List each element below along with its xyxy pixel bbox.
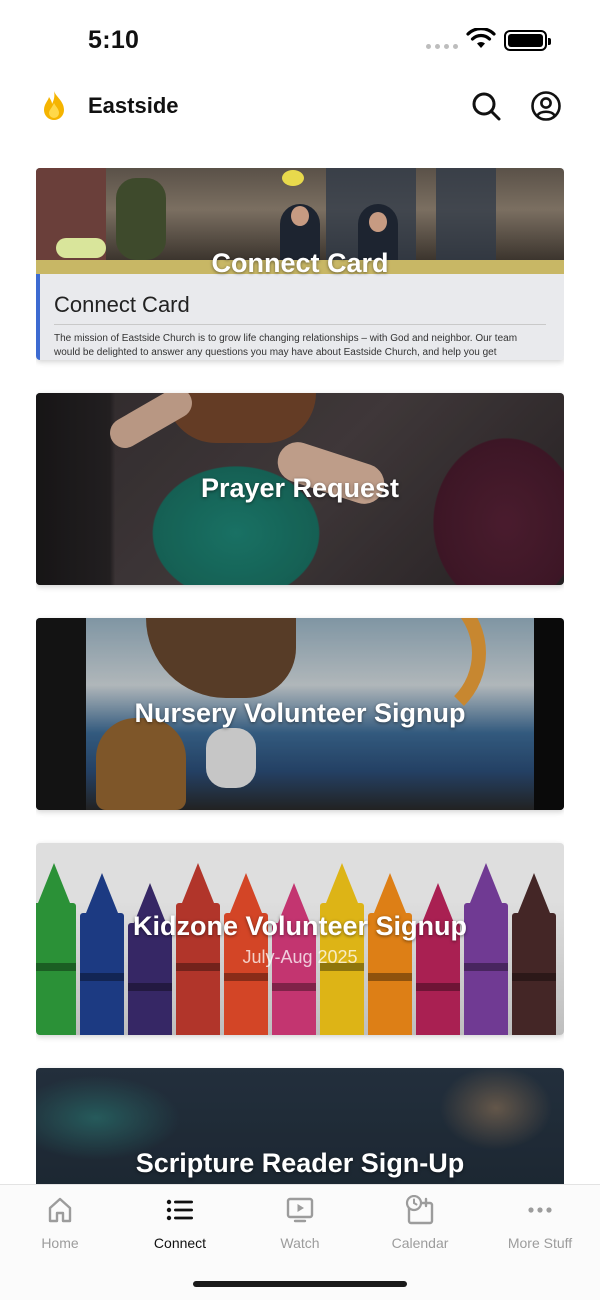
tab-watch[interactable]: Watch: [240, 1195, 360, 1251]
tab-connect[interactable]: Connect: [120, 1195, 240, 1251]
tab-calendar[interactable]: Calendar: [360, 1195, 480, 1251]
status-bar: 5:10: [0, 0, 600, 80]
more-dots-icon: [528, 1207, 552, 1213]
connect-card-list: Connect Card The mission of Eastside Chu…: [36, 168, 564, 1184]
app-header: Eastside: [0, 80, 600, 132]
form-title: Connect Card: [54, 292, 190, 317]
list-icon: [166, 1199, 193, 1221]
card-title: Nursery Volunteer Signup: [134, 698, 466, 728]
home-indicator: [193, 1281, 407, 1287]
connect-card-photo: [36, 168, 564, 260]
status-time: 5:10: [88, 26, 140, 54]
wifi-icon: [466, 28, 496, 48]
tab-label: Connect: [153, 1235, 207, 1251]
card-title: Scripture Reader Sign-Up: [135, 1148, 465, 1178]
flame-logo-icon: [44, 91, 64, 120]
card-title: Connect Card: [211, 248, 389, 278]
form-description: The mission of Eastside Church is to gro…: [54, 333, 518, 358]
search-icon[interactable]: [470, 90, 502, 122]
cellular-signal-icon: [426, 44, 458, 49]
balloon-decoration: [282, 170, 304, 186]
battery-icon: [504, 30, 551, 51]
nursery-volunteer-signup-tile[interactable]: Nursery Volunteer Signup: [36, 618, 564, 810]
connect-card-tile[interactable]: Connect Card The mission of Eastside Chu…: [36, 168, 564, 360]
tab-home[interactable]: Home: [0, 1195, 120, 1251]
play-screen-icon: [286, 1197, 314, 1223]
tab-label: Watch: [280, 1235, 320, 1251]
card-subtitle: July-Aug 2025: [242, 947, 358, 967]
prayer-request-tile[interactable]: Prayer Request: [36, 393, 564, 585]
kidzone-volunteer-signup-tile[interactable]: Kidzone Volunteer Signup July-Aug 2025: [36, 843, 564, 1035]
card-title: Kidzone Volunteer Signup: [133, 911, 467, 941]
app-title: Eastside: [88, 93, 179, 118]
connect-card-form-preview: Connect Card The mission of Eastside Chu…: [36, 274, 564, 360]
home-icon: [48, 1197, 72, 1223]
scripture-reader-signup-tile[interactable]: Scripture Reader Sign-Up: [36, 1068, 564, 1184]
tab-more-stuff[interactable]: More Stuff: [480, 1195, 600, 1251]
calendar-clock-icon: [405, 1195, 434, 1225]
card-title: Prayer Request: [200, 473, 400, 503]
tab-label: Home: [41, 1235, 79, 1251]
tab-label: Calendar: [391, 1235, 449, 1251]
tab-label: More Stuff: [507, 1235, 573, 1251]
profile-icon[interactable]: [530, 90, 562, 122]
